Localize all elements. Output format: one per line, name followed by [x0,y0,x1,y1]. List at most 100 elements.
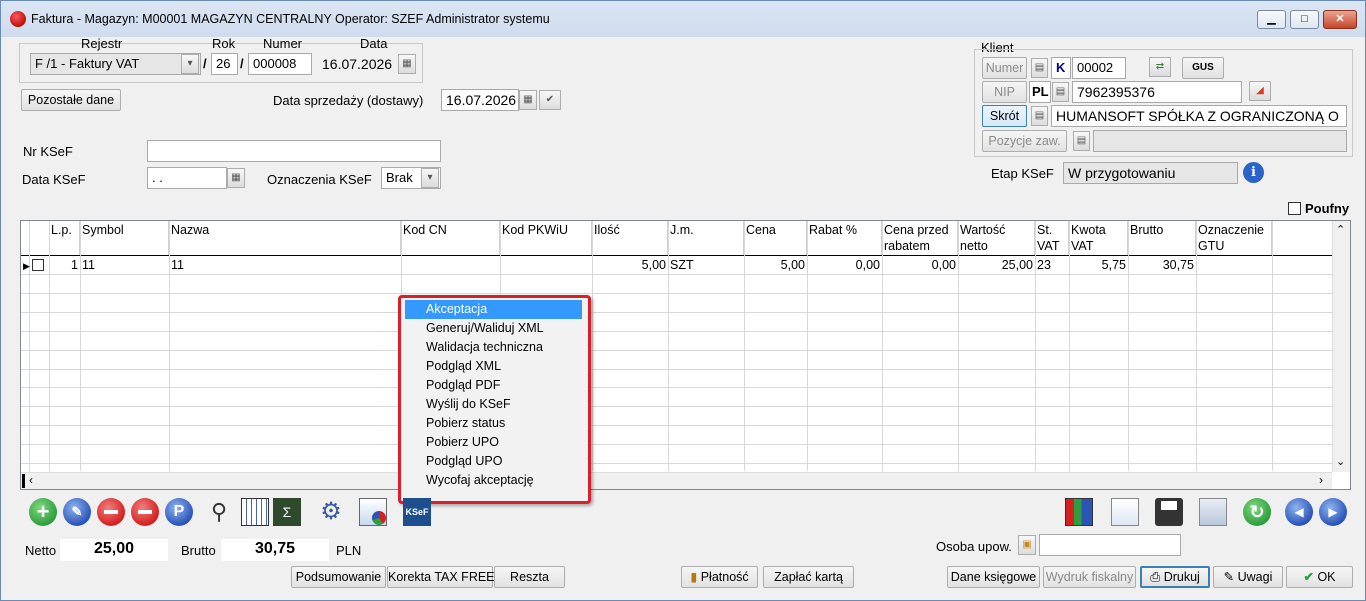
col-header-kwota-vat[interactable]: Kwota VAT [1069,221,1128,255]
korekta-tax-free-button[interactable]: Korekta TAX FREE [387,566,495,588]
menu-item-pobierz-status[interactable]: Pobierz status [405,414,582,433]
col-header-gtu[interactable]: Oznaczenie GTU [1196,221,1272,255]
lookup-icon[interactable]: ▤ [1031,58,1048,78]
col-header-kod-pkwiu[interactable]: Kod PKWiU [500,221,592,255]
menu-item-pobierz-upo[interactable]: Pobierz UPO [405,433,582,452]
bar-chart-icon[interactable] [1065,498,1093,526]
menu-item-generuj-xml[interactable]: Generuj/Waliduj XML [405,319,582,338]
rejestr-select[interactable]: F /1 - Faktury VAT [30,53,201,75]
cell-brutto[interactable]: 30,75 [1128,256,1196,274]
previous-icon[interactable]: ◀ [1285,498,1313,526]
delete-icon[interactable] [97,498,125,526]
skrot-button[interactable]: Skrót [982,105,1027,127]
close-button[interactable]: ✕ [1323,10,1357,29]
numer-field[interactable]: 000008 [248,53,312,75]
poufny-checkbox[interactable] [1288,202,1301,215]
spreadsheet-icon[interactable] [241,498,269,526]
col-header-wartosc[interactable]: Wartość netto [958,221,1035,255]
minimize-button[interactable]: ▁ [1257,10,1286,29]
pozycje-zaw-field[interactable] [1093,130,1347,152]
calendar-icon[interactable]: ▦ [227,168,245,188]
menu-item-podglad-pdf[interactable]: Podgląd PDF [405,376,582,395]
items-grid[interactable]: L.p. Symbol Nazwa Kod CN Kod PKWiU Ilość… [20,220,1351,490]
add-icon[interactable]: + [29,498,57,526]
cell-symbol[interactable]: 11 [80,256,169,274]
col-header-cena[interactable]: Cena [744,221,807,255]
col-header-rabat[interactable]: Rabat % [807,221,882,255]
chevron-left-icon[interactable]: ‹ [29,473,33,487]
data-ksef-field[interactable]: . . [147,167,227,189]
row-checkbox[interactable] [32,259,44,271]
data-sprzedazy-field[interactable]: 16.07.2026 [441,89,519,111]
lookup-icon[interactable]: ▤ [1073,131,1090,151]
nip-button[interactable]: NIP [982,81,1027,103]
calendar-icon[interactable]: ▦ [519,90,537,110]
document-chart-icon[interactable] [359,498,387,526]
cell-rabat[interactable]: 0,00 [807,256,882,274]
col-header-nazwa[interactable]: Nazwa [169,221,401,255]
scroll-thumb[interactable] [22,474,25,488]
skrot-field[interactable]: HUMANSOFT SPÓŁKA Z OGRANICZONĄ O [1051,105,1347,127]
chevron-up-icon[interactable]: ⌃ [1336,223,1345,236]
gears-icon[interactable]: ⚙ [317,498,345,526]
menu-item-wyslij[interactable]: Wyślij do KSeF [405,395,582,414]
menu-item-wycofaj[interactable]: Wycofaj akceptację [405,471,582,490]
binoculars-icon[interactable]: ⚲ [205,498,233,526]
document-icon[interactable] [1111,498,1139,526]
numer-button[interactable]: Numer [982,57,1027,79]
col-header-ilosc[interactable]: Ilość [592,221,668,255]
osoba-upow-field[interactable] [1039,534,1181,556]
client-type-code[interactable]: K [1051,57,1071,79]
person-card-icon[interactable]: ▣ [1018,535,1036,555]
lookup-icon[interactable]: ▤ [1031,106,1048,126]
check-icon[interactable]: ✔ [539,90,561,110]
wydruk-fiskalny-button[interactable]: Wydruk fiskalny [1043,566,1136,588]
drukuj-button[interactable]: ⎙ Drukuj [1140,566,1210,588]
col-header-kod-cn[interactable]: Kod CN [401,221,500,255]
lookup-icon[interactable]: ▤ [1052,82,1069,102]
vat-status-icon[interactable]: ◢ [1249,81,1271,101]
menu-item-podglad-xml[interactable]: Podgląd XML [405,357,582,376]
save-icon[interactable] [1155,498,1183,526]
dane-ksiegowe-button[interactable]: Dane księgowe [947,566,1040,588]
menu-item-walidacja[interactable]: Walidacja techniczna [405,338,582,357]
cell-st-vat[interactable]: 23 [1035,256,1069,274]
vertical-scrollbar[interactable]: ⌃ ⌄ [1332,221,1350,472]
pozycje-zaw-button[interactable]: Pozycje zaw. [982,130,1067,152]
client-numer-field[interactable]: 00002 [1072,57,1126,79]
uwagi-button[interactable]: ✎ Uwagi [1213,566,1283,588]
edit-icon[interactable]: ✎ [63,498,91,526]
maximize-button[interactable]: □ [1290,10,1319,29]
platnosc-button[interactable]: ▮ Płatność [681,566,758,588]
chevron-down-icon[interactable]: ⌄ [1336,455,1345,468]
cell-cena[interactable]: 5,00 [744,256,807,274]
col-header-jm[interactable]: J.m. [668,221,744,255]
cell-lp[interactable]: 1 [49,256,80,274]
menu-item-podglad-upo[interactable]: Podgląd UPO [405,452,582,471]
col-header-st-vat[interactable]: St. VAT [1035,221,1069,255]
cell-nazwa[interactable]: 11 [169,256,401,274]
cell-kod-cn[interactable] [401,256,500,274]
ksef-icon[interactable]: KSeF [403,498,431,526]
podsumowanie-button[interactable]: Podsumowanie [291,566,386,588]
data-value[interactable]: 16.07.2026 [322,56,392,72]
cell-gtu[interactable] [1196,256,1272,274]
nr-ksef-field[interactable] [147,140,441,162]
horizontal-scrollbar[interactable]: ‹ › [21,472,1332,489]
parameters-icon[interactable]: P [165,498,193,526]
gus-button[interactable]: GUS [1182,57,1224,79]
pozostale-dane-button[interactable]: Pozostałe dane [21,89,121,111]
chevron-right-icon[interactable]: › [1319,473,1323,487]
menu-item-akceptacja[interactable]: Akceptacja [405,300,582,319]
rok-field[interactable]: 26 [211,53,238,75]
col-header-symbol[interactable]: Symbol [80,221,169,255]
reszta-button[interactable]: Reszta [494,566,565,588]
col-header-brutto[interactable]: Brutto [1128,221,1196,255]
chevron-down-icon[interactable]: ▾ [181,54,199,74]
refresh-icon[interactable]: ↻ [1243,498,1271,526]
chevron-down-icon[interactable]: ▾ [421,168,439,188]
next-icon[interactable]: ▶ [1319,498,1347,526]
cell-cena-przed[interactable]: 0,00 [882,256,958,274]
handshake-icon[interactable]: ⇄ [1149,57,1171,77]
cell-ilosc[interactable]: 5,00 [592,256,668,274]
